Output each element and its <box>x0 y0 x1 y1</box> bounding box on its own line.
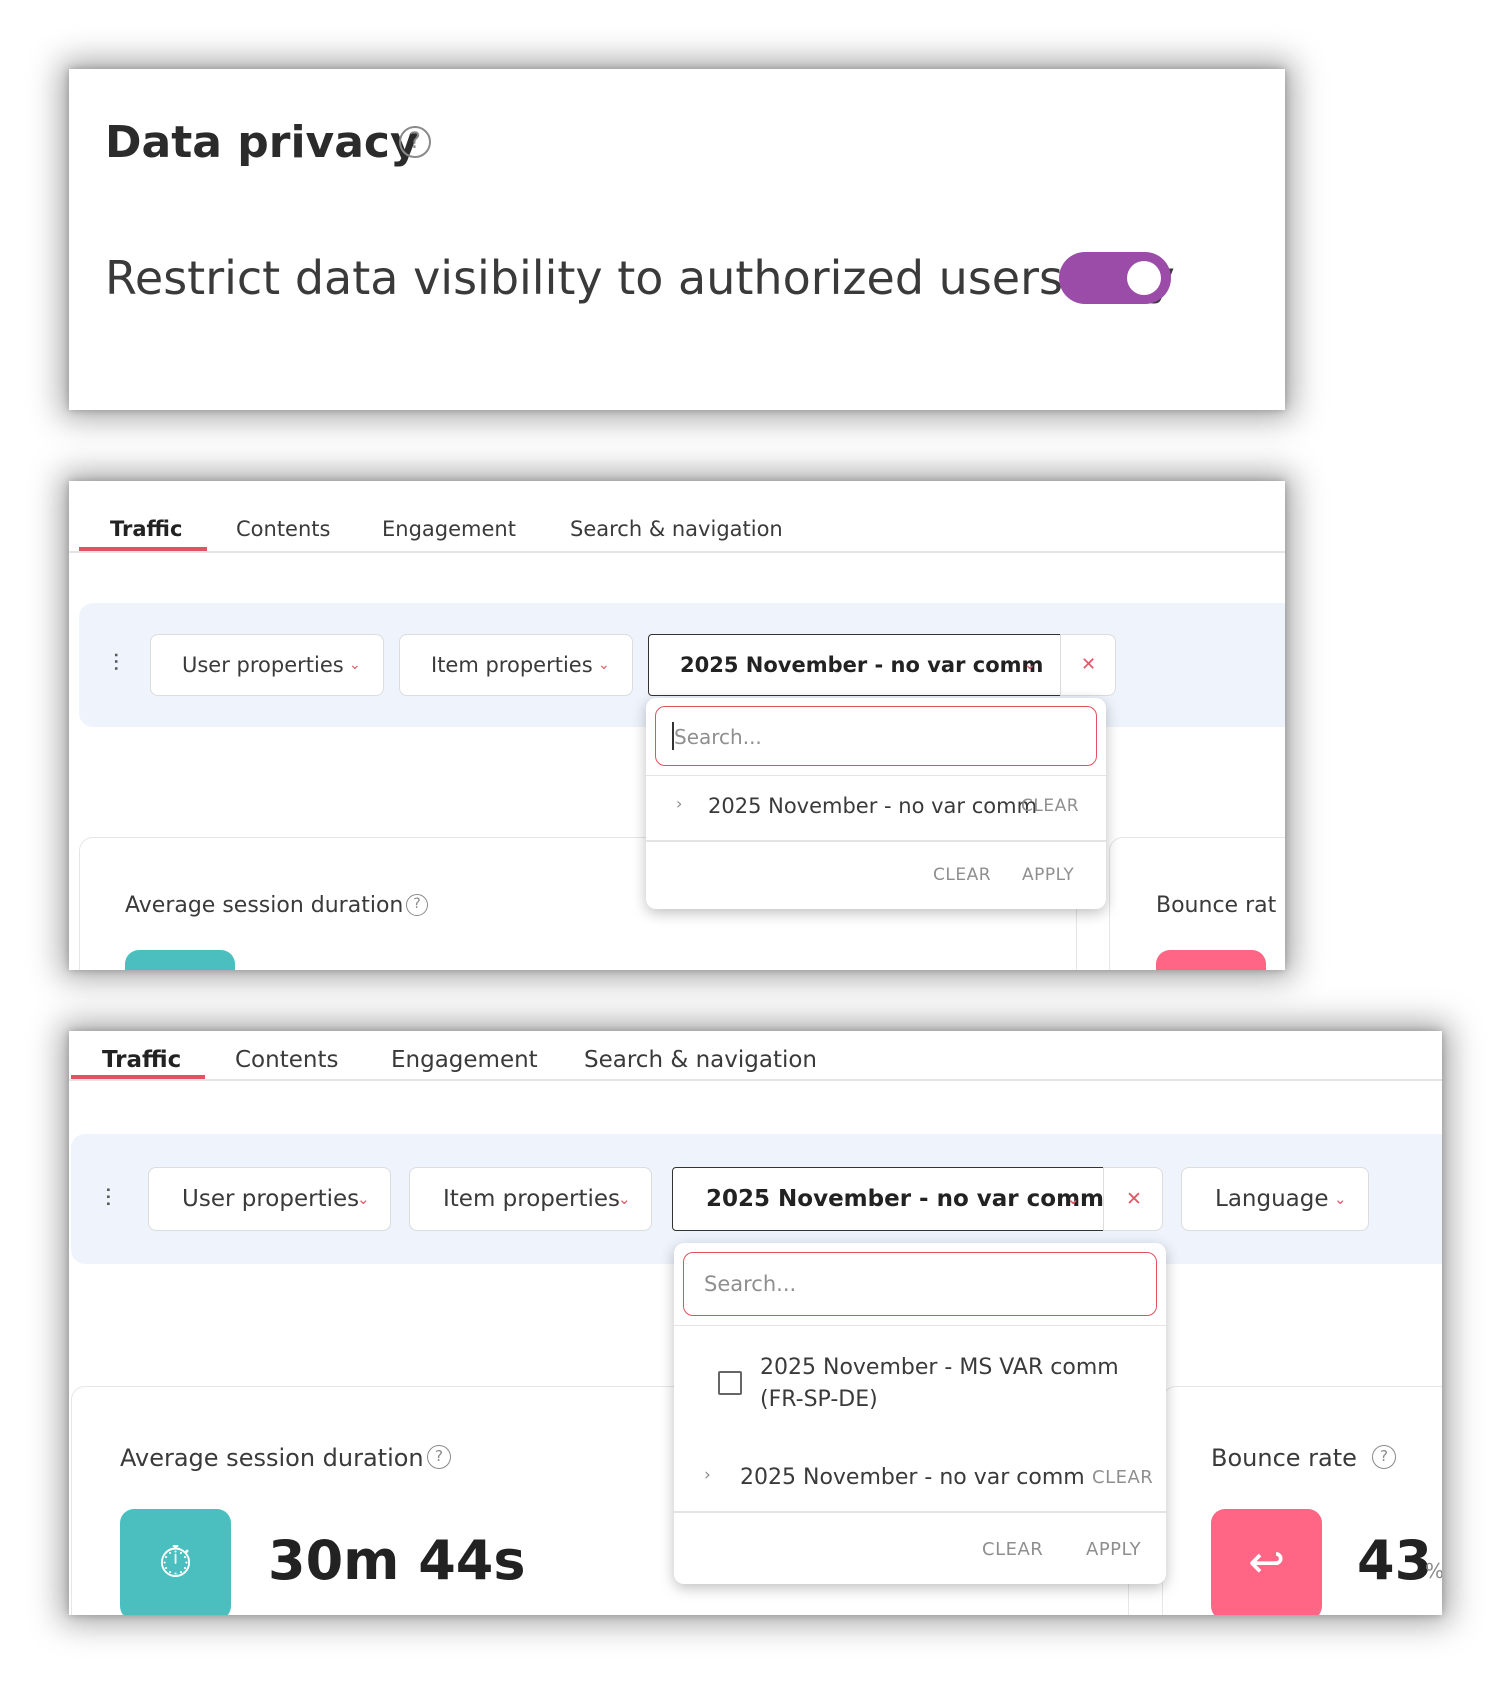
avg-session-title: Average session duration <box>120 1444 424 1472</box>
restrict-visibility-label: Restrict data visibility to authorized u… <box>105 251 1175 305</box>
restrict-visibility-toggle[interactable] <box>1059 252 1171 304</box>
bounce-rate-value: 43 <box>1357 1529 1433 1592</box>
chevron-right-icon[interactable]: › <box>676 794 682 813</box>
search-placeholder: Search... <box>674 725 762 749</box>
chevron-up-icon: ⌄ <box>1067 1190 1080 1208</box>
data-privacy-title: Data privacy <box>105 117 419 168</box>
toggle-knob <box>1127 261 1161 295</box>
sliders-icon[interactable]: ⫶ <box>105 1184 111 1214</box>
divider <box>674 1511 1166 1513</box>
selected-filter-dropdown[interactable]: 2025 November - no var comm ⌄ <box>648 634 1061 696</box>
close-icon: ✕ <box>1081 654 1097 675</box>
avg-session-value: 30m 44s <box>268 1529 526 1592</box>
clear-filter-button[interactable]: ✕ <box>1103 1167 1163 1231</box>
option-label[interactable]: 2025 November - MS VAR comm <box>760 1355 1119 1380</box>
divider <box>646 840 1106 842</box>
chevron-right-icon[interactable]: › <box>704 1465 711 1485</box>
bounce-rate-card: Bounce rat <box>1109 837 1285 970</box>
data-privacy-panel: Data privacy ? Restrict data visibility … <box>69 69 1285 410</box>
footer-apply-button[interactable]: APPLY <box>1022 865 1074 885</box>
active-tab-indicator <box>79 547 207 551</box>
chevron-down-icon: ⌄ <box>1334 1190 1347 1208</box>
analytics-panel-a: Traffic Contents Engagement Search & nav… <box>69 481 1285 970</box>
question-circle-icon[interactable]: ? <box>427 1445 451 1469</box>
tab-traffic[interactable]: Traffic <box>110 517 182 541</box>
tab-contents[interactable]: Contents <box>235 1047 338 1073</box>
tab-engagement[interactable]: Engagement <box>382 517 516 541</box>
question-circle-icon[interactable]: ? <box>399 126 431 158</box>
close-icon: ✕ <box>1126 1188 1142 1210</box>
stopwatch-icon: ⏱ <box>120 1509 231 1615</box>
sliders-icon[interactable]: ⫶ <box>113 649 119 677</box>
tab-bar: Traffic Contents Engagement Search & nav… <box>69 481 1285 553</box>
selected-filter-label: 2025 November - no var comm <box>680 653 1044 677</box>
user-properties-label: User properties <box>182 653 344 677</box>
search-input[interactable]: Search... <box>655 706 1097 766</box>
tab-contents[interactable]: Contents <box>236 517 330 541</box>
option-checkbox[interactable] <box>718 1371 742 1395</box>
footer-clear-button[interactable]: CLEAR <box>933 865 991 885</box>
selected-filter-dropdown[interactable]: 2025 November - no var comm ⌄ <box>672 1167 1104 1231</box>
option-clear-button[interactable]: CLEAR <box>1021 796 1079 816</box>
selected-option-label[interactable]: 2025 November - no var comm <box>708 794 1037 818</box>
item-properties-label: Item properties <box>443 1186 621 1212</box>
chevron-down-icon: ⌄ <box>618 1190 631 1208</box>
tab-traffic[interactable]: Traffic <box>102 1047 181 1073</box>
tab-search-navigation[interactable]: Search & navigation <box>584 1047 817 1073</box>
selected-option-label[interactable]: 2025 November - no var comm <box>740 1465 1085 1490</box>
analytics-panel-b: Traffic Contents Engagement Search & nav… <box>69 1031 1442 1615</box>
chevron-down-icon: ⌄ <box>349 657 361 673</box>
divider <box>646 775 1106 776</box>
bounce-rate-card: Bounce rate ? ↩ 43 % <box>1162 1386 1442 1615</box>
option-sublabel: (FR-SP-DE) <box>760 1387 878 1412</box>
language-dropdown[interactable]: Language ⌄ <box>1181 1167 1369 1231</box>
tab-bar: Traffic Contents Engagement Search & nav… <box>69 1031 1442 1081</box>
chevron-down-icon: ⌄ <box>357 1190 370 1208</box>
avg-session-title: Average session duration <box>125 893 404 918</box>
reply-all-icon <box>1156 950 1266 970</box>
selected-filter-label: 2025 November - no var comm <box>706 1186 1105 1212</box>
question-circle-icon[interactable]: ? <box>1372 1445 1396 1469</box>
item-properties-dropdown[interactable]: Item properties ⌄ <box>399 634 633 696</box>
search-input[interactable]: Search... <box>683 1252 1157 1316</box>
tab-search-navigation[interactable]: Search & navigation <box>570 517 783 541</box>
footer-apply-button[interactable]: APPLY <box>1086 1539 1141 1560</box>
search-placeholder: Search... <box>704 1272 797 1296</box>
user-properties-dropdown[interactable]: User properties ⌄ <box>150 634 384 696</box>
reply-all-icon: ↩ <box>1211 1509 1322 1615</box>
stopwatch-icon <box>125 950 235 970</box>
user-properties-label: User properties <box>182 1186 360 1212</box>
bounce-rate-unit: % <box>1425 1559 1442 1583</box>
tab-engagement[interactable]: Engagement <box>391 1047 538 1073</box>
divider <box>674 1325 1166 1326</box>
question-circle-icon[interactable]: ? <box>406 894 428 916</box>
option-clear-button[interactable]: CLEAR <box>1092 1467 1153 1488</box>
language-label: Language <box>1215 1186 1329 1212</box>
footer-clear-button[interactable]: CLEAR <box>982 1539 1043 1560</box>
active-tab-indicator <box>71 1075 205 1079</box>
filter-dropdown-menu: Search... 2025 November - MS VAR comm (F… <box>674 1243 1166 1584</box>
chevron-up-icon: ⌄ <box>1024 657 1036 673</box>
item-properties-label: Item properties <box>431 653 593 677</box>
chevron-down-icon: ⌄ <box>598 657 610 673</box>
filter-dropdown-menu: Search... › 2025 November - no var comm … <box>646 698 1106 909</box>
user-properties-dropdown[interactable]: User properties ⌄ <box>148 1167 391 1231</box>
item-properties-dropdown[interactable]: Item properties ⌄ <box>409 1167 652 1231</box>
clear-filter-button[interactable]: ✕ <box>1060 634 1116 696</box>
bounce-rate-title: Bounce rat <box>1156 893 1277 918</box>
bounce-rate-title: Bounce rate <box>1211 1444 1357 1472</box>
